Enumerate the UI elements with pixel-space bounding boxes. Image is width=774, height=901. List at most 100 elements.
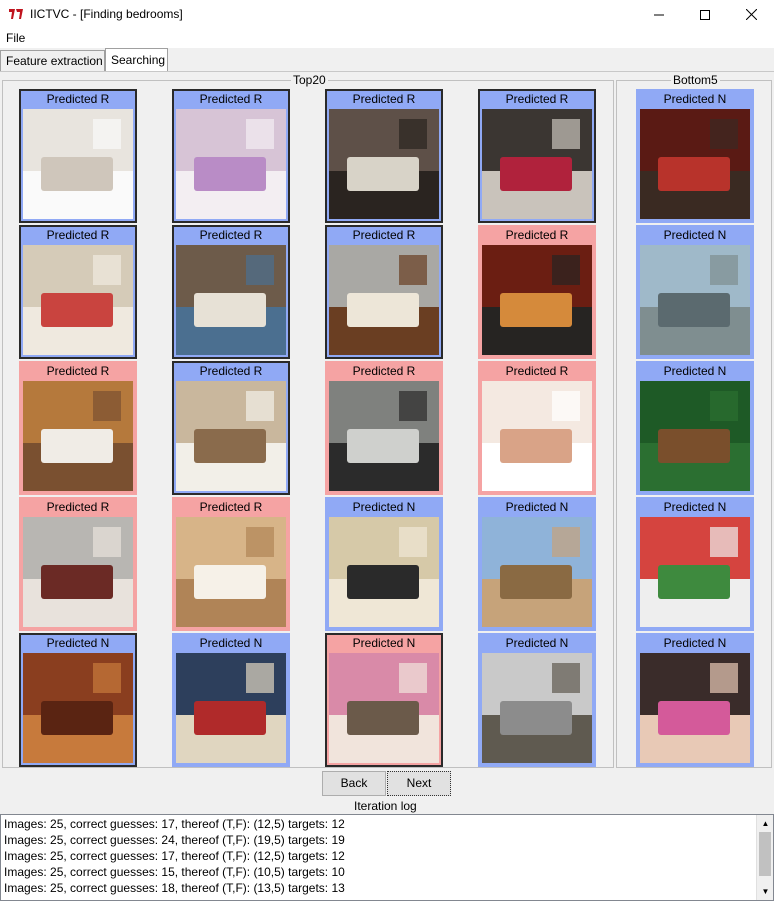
image-card[interactable]: Predicted N — [636, 633, 754, 767]
top20-label: Top20 — [291, 73, 328, 87]
scroll-thumb[interactable] — [759, 832, 771, 876]
prediction-label: Predicted R — [352, 228, 416, 242]
prediction-label: Predicted R — [46, 500, 110, 514]
thumbnail-image[interactable] — [640, 245, 750, 355]
image-card[interactable]: Predicted N — [325, 633, 443, 767]
bottom5-label: Bottom5 — [671, 73, 720, 87]
thumbnail-image[interactable] — [176, 381, 286, 491]
image-card[interactable]: Predicted R — [325, 361, 443, 495]
log-line: Images: 25, correct guesses: 17, thereof… — [4, 849, 345, 863]
thumbnail-image[interactable] — [23, 109, 133, 219]
menu-bar: File — [0, 29, 774, 48]
prediction-label: Predicted R — [505, 228, 569, 242]
image-card[interactable]: Predicted R — [478, 89, 596, 223]
image-card[interactable]: Predicted N — [478, 497, 596, 631]
thumbnail-image[interactable] — [482, 245, 592, 355]
prediction-label: Predicted R — [199, 364, 263, 378]
image-card[interactable]: Predicted N — [172, 633, 290, 767]
thumbnail-image[interactable] — [329, 653, 439, 763]
thumbnail-image[interactable] — [329, 245, 439, 355]
log-line: Images: 25, correct guesses: 24, thereof… — [4, 833, 345, 847]
thumbnail-image[interactable] — [176, 517, 286, 627]
prediction-label: Predicted N — [352, 636, 416, 650]
image-card[interactable]: Predicted N — [478, 633, 596, 767]
thumbnail-image[interactable] — [640, 517, 750, 627]
thumbnail-image[interactable] — [329, 517, 439, 627]
thumbnail-image[interactable] — [176, 109, 286, 219]
prediction-label: Predicted N — [505, 500, 569, 514]
thumbnail-image[interactable] — [482, 381, 592, 491]
thumbnail-image[interactable] — [23, 245, 133, 355]
prediction-label: Predicted R — [352, 364, 416, 378]
prediction-label: Predicted R — [505, 364, 569, 378]
prediction-label: Predicted R — [46, 364, 110, 378]
image-card[interactable]: Predicted R — [325, 225, 443, 359]
prediction-label: Predicted R — [505, 92, 569, 106]
maximize-button[interactable] — [682, 0, 728, 29]
thumbnail-image[interactable] — [640, 381, 750, 491]
app-logo-icon — [8, 8, 24, 20]
thumbnail-image[interactable] — [23, 653, 133, 763]
image-card[interactable]: Predicted R — [19, 89, 137, 223]
minimize-icon — [654, 14, 664, 15]
thumbnail-image[interactable] — [23, 517, 133, 627]
maximize-icon — [700, 9, 710, 20]
menu-file[interactable]: File — [6, 31, 25, 45]
log-line: Images: 25, correct guesses: 18, thereof… — [4, 881, 345, 895]
thumbnail-image[interactable] — [482, 653, 592, 763]
image-card[interactable]: Predicted N — [19, 633, 137, 767]
prediction-label: Predicted N — [199, 636, 263, 650]
thumbnail-image[interactable] — [640, 653, 750, 763]
tab-strip: Feature extraction Searching — [0, 48, 774, 72]
tab-divider — [0, 71, 774, 72]
image-card[interactable]: Predicted R — [325, 89, 443, 223]
image-card[interactable]: Predicted R — [19, 497, 137, 631]
thumbnail-image[interactable] — [329, 381, 439, 491]
back-button[interactable]: Back — [322, 771, 386, 796]
thumbnail-image[interactable] — [329, 109, 439, 219]
iteration-log[interactable]: Images: 25, correct guesses: 17, thereof… — [0, 814, 774, 901]
log-line: Images: 25, correct guesses: 17, thereof… — [4, 817, 345, 831]
thumbnail-image[interactable] — [482, 109, 592, 219]
prediction-label: Predicted N — [663, 364, 727, 378]
image-card[interactable]: Predicted R — [478, 225, 596, 359]
image-card[interactable]: Predicted R — [478, 361, 596, 495]
prediction-label: Predicted N — [46, 636, 110, 650]
thumbnail-image[interactable] — [640, 109, 750, 219]
close-icon — [745, 9, 757, 20]
image-card[interactable]: Predicted R — [172, 497, 290, 631]
prediction-label: Predicted N — [505, 636, 569, 650]
image-card[interactable]: Predicted R — [172, 361, 290, 495]
prediction-label: Predicted N — [352, 500, 416, 514]
image-card[interactable]: Predicted R — [172, 89, 290, 223]
prediction-label: Predicted N — [663, 500, 727, 514]
image-card[interactable]: Predicted R — [172, 225, 290, 359]
tab-searching[interactable]: Searching — [105, 48, 168, 72]
log-line: Images: 25, correct guesses: 15, thereof… — [4, 865, 345, 879]
close-button[interactable] — [728, 0, 774, 29]
prediction-label: Predicted R — [199, 500, 263, 514]
thumbnail-image[interactable] — [482, 517, 592, 627]
prediction-label: Predicted R — [352, 92, 416, 106]
image-card[interactable]: Predicted R — [19, 361, 137, 495]
image-card[interactable]: Predicted N — [636, 225, 754, 359]
scroll-down-arrow-icon[interactable]: ▼ — [757, 883, 774, 900]
thumbnail-image[interactable] — [23, 381, 133, 491]
thumbnail-image[interactable] — [176, 653, 286, 763]
prediction-label: Predicted N — [663, 636, 727, 650]
minimize-button[interactable] — [636, 0, 682, 29]
iteration-log-label: Iteration log — [354, 799, 417, 813]
image-card[interactable]: Predicted N — [325, 497, 443, 631]
image-card[interactable]: Predicted N — [636, 361, 754, 495]
next-button[interactable]: Next — [387, 771, 451, 796]
image-card[interactable]: Predicted N — [636, 89, 754, 223]
prediction-label: Predicted N — [663, 92, 727, 106]
title-bar: IICTVC - [Finding bedrooms] — [0, 0, 774, 29]
thumbnail-image[interactable] — [176, 245, 286, 355]
prediction-label: Predicted R — [46, 228, 110, 242]
image-card[interactable]: Predicted R — [19, 225, 137, 359]
log-scrollbar[interactable]: ▲ ▼ — [756, 815, 773, 900]
scroll-up-arrow-icon[interactable]: ▲ — [757, 815, 774, 832]
tab-feature-extraction[interactable]: Feature extraction — [0, 50, 105, 72]
image-card[interactable]: Predicted N — [636, 497, 754, 631]
